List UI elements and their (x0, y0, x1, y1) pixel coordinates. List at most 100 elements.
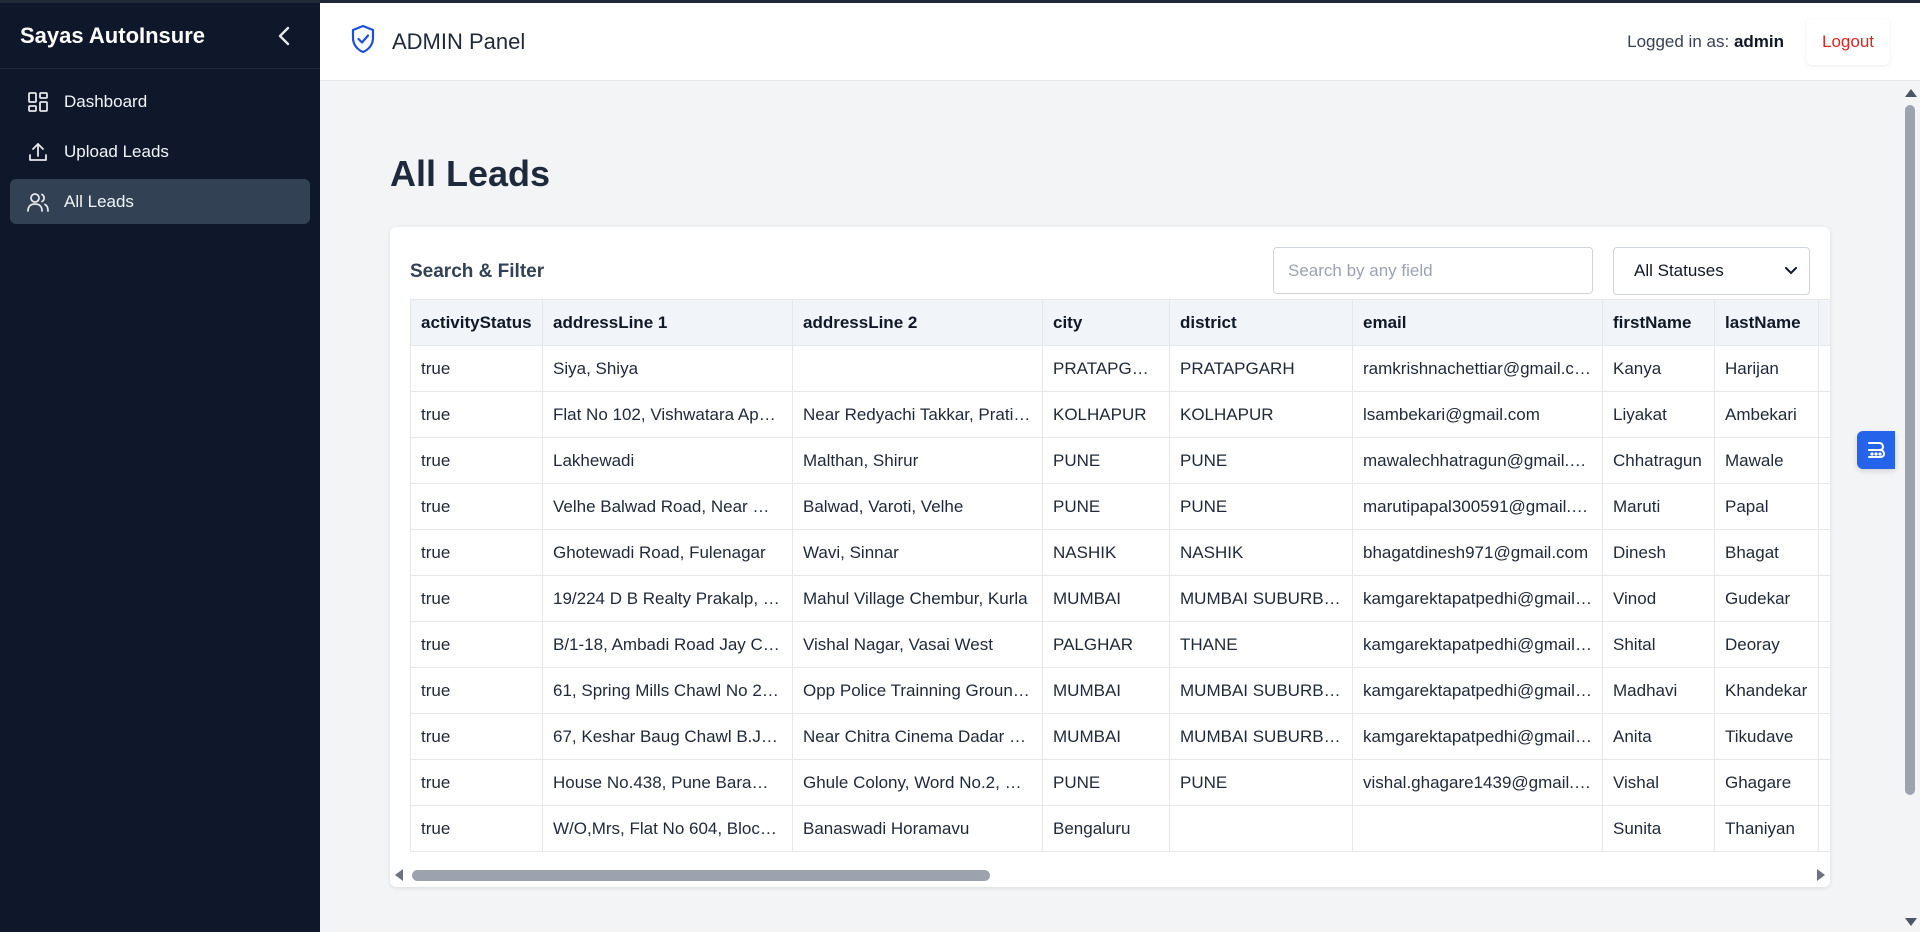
table-cell: Ghule Colony, Word No.2, Baramati (792, 759, 1043, 806)
page-title: All Leads (390, 153, 551, 194)
window-top-border (0, 0, 1920, 3)
sidebar: Sayas AutoInsure Dashboard Upload Leads … (0, 3, 320, 932)
table-cell: true (410, 529, 543, 576)
table-cell: PALGHAR (1042, 621, 1170, 668)
table-row[interactable]: true Lakhewadi Malthan, Shirur PUNE PUNE mawa… (410, 437, 1830, 484)
table-cell: NASHIK (1042, 529, 1170, 576)
table-cell: House No.438, Pune Baramati Road (542, 759, 793, 806)
table-cell: M (1818, 805, 1830, 852)
table-cell: PRATAPGARH (1042, 345, 1170, 392)
table-cell: MUMBAI (1042, 667, 1170, 714)
table-cell: KOLHAPUR (1169, 391, 1353, 438)
upload-icon (26, 140, 50, 164)
username: admin (1733, 31, 1784, 51)
table-cell (1169, 805, 1353, 852)
collapse-sidebar-button[interactable] (272, 24, 296, 48)
sidebar-item-all-leads[interactable]: All Leads (10, 179, 310, 224)
table-cell: MUMBAI SUBURBAN (1169, 667, 1353, 714)
scroll-right-icon[interactable] (1817, 869, 1825, 881)
table-cell: Chhatragun (1602, 437, 1715, 484)
table-cell: Mawale (1714, 437, 1819, 484)
table-header-row: activityStatus addressLine 1 addressLine 2… (410, 299, 1830, 346)
chevron-down-icon (1785, 267, 1797, 275)
table-row[interactable]: true Ghotewadi Road, Fulenagar Wavi, Sinna… (410, 529, 1830, 576)
table-row[interactable]: trueVelhe Balwad Road, Near Maruti Mandi… (410, 483, 1830, 530)
table-row[interactable]: trueHouse No.438, Pune Baramati RoadGhul… (410, 759, 1830, 806)
column-header[interactable]: addressLine 2 (792, 299, 1043, 346)
scroll-left-icon[interactable] (395, 869, 403, 881)
table-cell: true (410, 345, 543, 392)
scroll-up-icon[interactable] (1905, 89, 1917, 97)
vertical-scrollbar[interactable] (1900, 81, 1920, 932)
status-filter-select[interactable]: All Statuses (1613, 247, 1810, 295)
column-header[interactable]: lastName (1714, 299, 1819, 346)
shield-icon (350, 24, 376, 59)
horizontal-scroll-thumb[interactable] (412, 870, 990, 881)
column-header[interactable]: m (1818, 299, 1830, 346)
scroll-down-icon[interactable] (1905, 918, 1917, 926)
floating-assistant-button[interactable] (1857, 431, 1895, 469)
logged-in-user: Logged in as: admin (1627, 32, 1784, 52)
sidebar-item-dashboard[interactable]: Dashboard (10, 79, 310, 124)
leads-table-wrapper[interactable]: activityStatus addressLine 1 addressLine 2… (410, 299, 1830, 853)
table-cell: KOLHAPUR (1042, 391, 1170, 438)
vertical-scroll-thumb[interactable] (1905, 105, 1915, 795)
top-header: ADMIN Panel Logged in as: admin Logout (320, 3, 1920, 81)
table-cell: Deoray (1714, 621, 1819, 668)
table-cell: MUMBAI (1042, 713, 1170, 760)
table-cell: Ghotewadi Road, Fulenagar (542, 529, 793, 576)
table-cell: Tikudave (1714, 713, 1819, 760)
table-cell: kamgarektapatpedhi@gmail.com (1352, 667, 1603, 714)
table-row[interactable]: true W/O,Mrs, Flat No 604, Block A Banaswa… (410, 805, 1830, 852)
table-cell: M (1818, 437, 1830, 484)
table-cell: Siya, Shiya (542, 345, 793, 392)
table-cell: M (1818, 483, 1830, 530)
filter-bar: Search & Filter All Statuses (390, 227, 1830, 299)
table-cell: true (410, 805, 543, 852)
column-header[interactable]: activityStatus (410, 299, 543, 346)
table-row[interactable]: true B/1-18, Ambadi Road Jay Complex Visha… (410, 621, 1830, 668)
panel-title: ADMIN Panel (392, 28, 526, 54)
table-row[interactable]: true Siya, Shiya PRATAPGARH PRATAPGARH ramkr… (410, 345, 1830, 392)
table-cell: Near Chitra Cinema Dadar East (792, 713, 1043, 760)
leads-table: activityStatus addressLine 1 addressLine 2… (410, 299, 1830, 852)
table-cell: M (1818, 713, 1830, 760)
table-cell: ramkrishnachettiar@gmail.com (1352, 345, 1603, 392)
dashboard-icon (26, 90, 50, 114)
table-cell: Bhagat (1714, 529, 1819, 576)
assistant-icon (1868, 442, 1886, 458)
table-cell: M (1818, 759, 1830, 806)
table-row[interactable]: true Flat No 102, Vishwatara Apartment Nea… (410, 391, 1830, 438)
logout-button[interactable]: Logout (1806, 18, 1890, 65)
filter-title: Search & Filter (410, 261, 545, 282)
column-header[interactable]: firstName (1602, 299, 1715, 346)
column-header[interactable]: addressLine 1 (542, 299, 793, 346)
table-cell: Vishal Nagar, Vasai West (792, 621, 1043, 668)
users-icon (26, 190, 50, 214)
table-cell (792, 345, 1043, 392)
sidebar-item-upload-leads[interactable]: Upload Leads (10, 129, 310, 174)
table-cell: PUNE (1042, 759, 1170, 806)
table-cell: PUNE (1169, 437, 1353, 484)
table-cell: Ghagare (1714, 759, 1819, 806)
table-cell: M (1818, 667, 1830, 714)
table-cell: MUMBAI SUBURBAN (1169, 575, 1353, 622)
table-cell: M (1818, 345, 1830, 392)
table-cell: Malthan, Shirur (792, 437, 1043, 484)
table-cell: Khandekar (1714, 667, 1819, 714)
table-row[interactable]: true 61, Spring Mills Chawl No 2, Dadar Op… (410, 667, 1830, 714)
logged-in-prefix: Logged in as: (1627, 31, 1730, 51)
sidebar-header: Sayas AutoInsure (0, 3, 320, 69)
table-cell: MUMBAI (1042, 575, 1170, 622)
table-cell: Gudekar (1714, 575, 1819, 622)
column-header[interactable]: district (1169, 299, 1353, 346)
table-row[interactable]: true 67, Keshar Baug Chawl B.J. Road Near … (410, 713, 1830, 760)
horizontal-scrollbar[interactable] (390, 863, 1830, 887)
table-cell: Sunita (1602, 805, 1715, 852)
search-input[interactable] (1273, 247, 1593, 294)
brand-title: Sayas AutoInsure (20, 22, 206, 48)
column-header[interactable]: city (1042, 299, 1170, 346)
table-row[interactable]: true 19/224 D B Realty Prakalp, Mahul Mahu… (410, 575, 1830, 622)
table-cell: Harijan (1714, 345, 1819, 392)
column-header[interactable]: email (1352, 299, 1603, 346)
